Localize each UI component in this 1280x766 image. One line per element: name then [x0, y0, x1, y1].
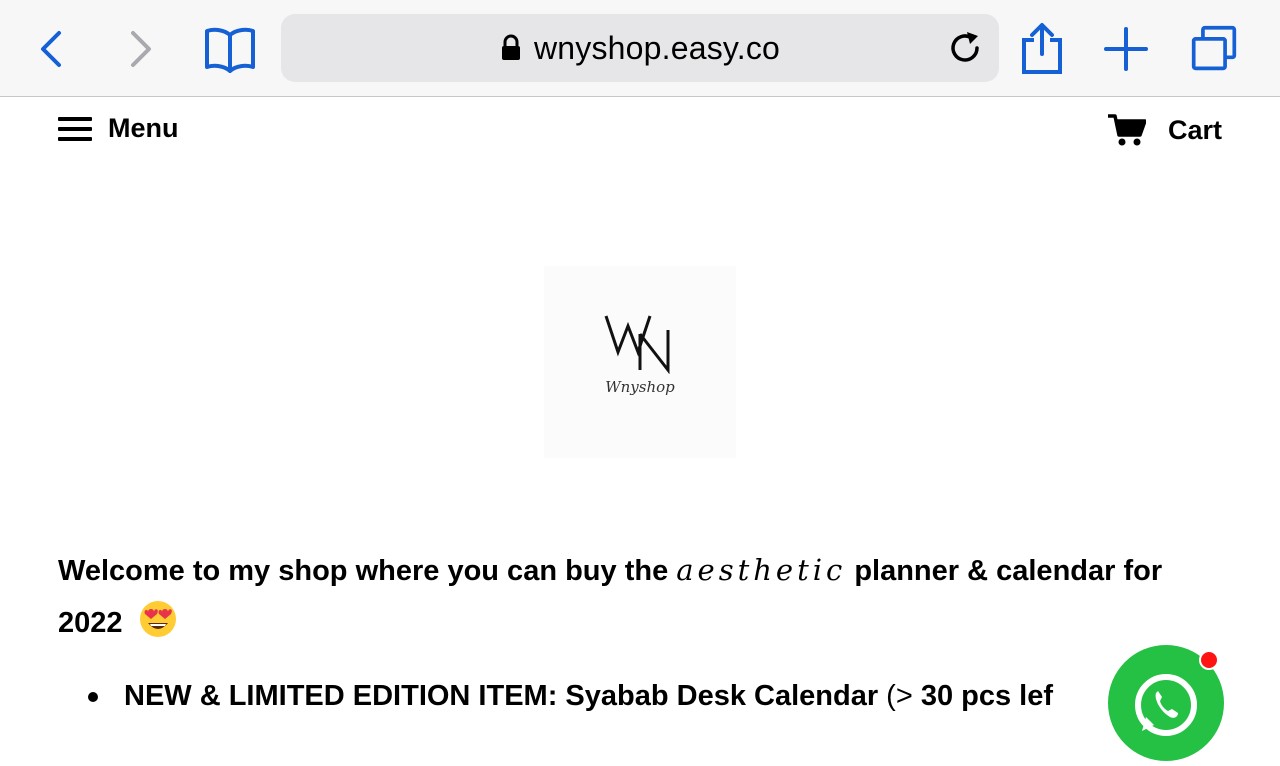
tabs-icon [1191, 25, 1237, 71]
shop-logo[interactable]: WN Wnyshop [544, 266, 736, 458]
forward-button[interactable] [116, 24, 164, 74]
menu-button[interactable]: Menu [58, 113, 179, 144]
notification-badge [1199, 650, 1219, 670]
site-header: Menu Cart [0, 97, 1280, 167]
logo-monogram: WN [544, 304, 736, 379]
cart-button[interactable]: Cart [1107, 113, 1222, 147]
bullet-bold-text: NEW & LIMITED EDITION ITEM: Syabab Desk … [124, 680, 879, 712]
chevron-left-icon [41, 31, 61, 67]
lock-icon [501, 34, 520, 60]
share-icon [1022, 23, 1062, 74]
heart-eyes-emoji-icon [139, 601, 176, 637]
bookmarks-button[interactable] [202, 24, 258, 74]
plus-icon [1104, 27, 1148, 71]
bullet-count: 30 pcs lef [920, 680, 1054, 712]
back-button[interactable] [28, 24, 76, 74]
bullet-dot [88, 692, 98, 703]
reload-button[interactable] [945, 28, 985, 68]
cart-icon [1107, 114, 1146, 146]
list-item: NEW & LIMITED EDITION ITEM: Syabab Desk … [88, 680, 1128, 713]
url-text: wnyshop.easy.co [533, 29, 781, 66]
tabs-button[interactable] [1190, 24, 1238, 74]
intro-text-start: Welcome to my shop where you can buy the [58, 555, 677, 587]
new-tab-button[interactable] [1102, 24, 1150, 74]
browser-toolbar: wnyshop.easy.co [0, 0, 1280, 97]
book-icon [205, 27, 255, 73]
share-button[interactable] [1018, 23, 1066, 74]
menu-label: Menu [108, 113, 179, 143]
intro-paragraph: Welcome to my shop where you can buy the… [58, 544, 1228, 649]
address-bar[interactable]: wnyshop.easy.co [281, 14, 999, 82]
bullet-gt: > [895, 680, 921, 712]
cart-label: Cart [1167, 114, 1222, 145]
reload-icon [951, 32, 979, 62]
logo-script-text: Wnyshop [605, 378, 675, 396]
intro-fancy-word: aesthetic [676, 553, 847, 587]
bullet-paren: ( [878, 680, 896, 712]
hamburger-icon [58, 116, 92, 141]
chevron-right-icon [131, 31, 151, 67]
